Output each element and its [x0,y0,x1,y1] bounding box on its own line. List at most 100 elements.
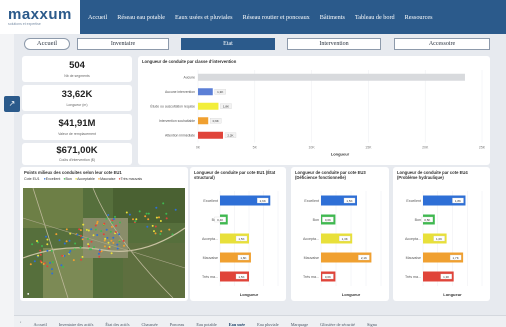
nav-item-reseau-routier[interactable]: Réseau routier et ponceaux [243,14,310,21]
satellite-map[interactable]: ● [23,188,185,298]
map-point [123,244,125,247]
map-point [111,221,114,224]
data-label: 1,3K [217,90,223,94]
data-label: 1,5K [346,199,352,203]
category-label: Aucune intervention [165,90,195,94]
map-point [112,218,115,221]
data-label: 1,3K [443,275,449,279]
category-label: Bon [313,218,319,222]
map-point [80,258,83,261]
map-canvas[interactable] [23,188,185,298]
nav-menu: Accueil Réseau eau potable Eaux usées et… [80,0,506,34]
map-point [168,228,171,231]
legend-label: Mauvaise [100,177,116,181]
map-point [65,240,68,243]
nav-item-ressources[interactable]: Ressources [405,14,433,21]
expand-panel-button[interactable]: ↗ [4,96,20,112]
page-tab[interactable]: Signa [361,322,383,327]
data-label: 2,1K [361,256,367,260]
category-label: Excellent [304,199,319,203]
tab-accueil[interactable]: Accueil [24,38,70,50]
map-point [51,272,54,275]
legend-label: Très mauvais [120,177,143,181]
map-legend: Cote EU1 ●Excellent ●Bon ●Acceptable ●Mauva… [24,177,142,181]
eu1-chart-panel: Longueur de conduite par cote EU1 (État … [190,167,286,301]
map-point [85,228,88,231]
category-label: Très ma... [303,275,319,279]
page-tab[interactable]: État des actifs [99,322,135,327]
map-point [100,250,103,253]
map-point [37,254,40,257]
kpi-value: $41,91M [58,118,96,129]
map-point [68,251,71,254]
map-point [76,233,79,236]
map-point [31,243,34,246]
tab-intervention[interactable]: Intervention [287,38,381,50]
map-point [159,220,162,222]
map-point [110,252,113,255]
map-point [155,216,158,219]
logo[interactable]: maxxum solutions et expertise [0,0,80,34]
map-point [46,249,49,252]
page-tab[interactable]: Marquage [285,322,314,327]
page-tab[interactable]: Eau potable [190,322,222,327]
page-tab[interactable]: Inventaire des actifs [53,322,100,327]
map-point [103,222,106,225]
category-label: Intervention souhaitable [159,119,195,123]
page-tab[interactable]: Chaussée [136,322,164,327]
map-point [106,236,109,239]
category-label: Excellent [203,199,218,203]
x-tick-label: 25K [479,146,486,150]
map-point [79,246,82,249]
page-tab[interactable]: Eau usée [223,322,251,327]
map-point [39,249,42,252]
x-axis-label: Longueur [443,292,462,297]
nav-item-batiments[interactable]: Bâtiments [320,14,345,21]
eu4-chart-panel: Longueur de conduite par cote EU4 (Probl… [393,167,490,301]
category-label: Excellent [406,199,421,203]
map-point [153,230,155,233]
page-tab[interactable]: Accueil [27,322,52,327]
map-point [90,248,92,251]
nav-item-eaux-usees[interactable]: Eaux usées et pluviales [175,14,233,21]
map-point [134,220,137,223]
tab-etat[interactable]: Etat [181,38,275,50]
map-point [33,260,36,263]
kpi-label: Nb de segments [64,74,90,78]
map-point [81,238,84,241]
page-tab[interactable]: Eau pluviale [251,322,285,327]
map-point [98,255,101,258]
nav-item-tableau-de-bord[interactable]: Tableau de bord [355,14,395,21]
page-tab[interactable]: Glissière de sécurité [314,322,361,327]
map-point [104,237,107,240]
map-point [94,224,97,227]
x-tick-label: 20K [422,146,429,150]
logo-tagline: solutions et expertise [8,21,41,26]
map-point [49,261,51,264]
map-point [42,263,45,265]
map-point [154,232,157,235]
tab-inventaire[interactable]: Inventaire [77,38,169,50]
nav-item-accueil[interactable]: Accueil [88,14,107,21]
map-attribution-icon: ● [27,291,30,296]
bar [198,88,213,96]
map-point [112,241,115,244]
category-label: Étude ou auscultation requise [150,104,195,109]
tab-accessoire[interactable]: Accessoire [394,38,490,50]
map-point [74,242,77,245]
map-point [125,211,128,214]
map-point [118,221,121,224]
map-point [93,246,95,249]
map-point [135,218,138,221]
map-point [155,206,158,209]
map-point [98,249,101,252]
map-point [94,228,97,231]
map-point [138,210,141,213]
nav-item-eau-potable[interactable]: Réseau eau potable [117,14,165,21]
page-tab[interactable]: Ponceau [164,322,191,327]
map-point [116,247,119,250]
page-tabs-scroll-left-icon[interactable]: ‹ [14,319,27,324]
map-point [46,238,49,241]
map-point [103,245,106,248]
category-label: Attention immédiate [165,134,195,138]
